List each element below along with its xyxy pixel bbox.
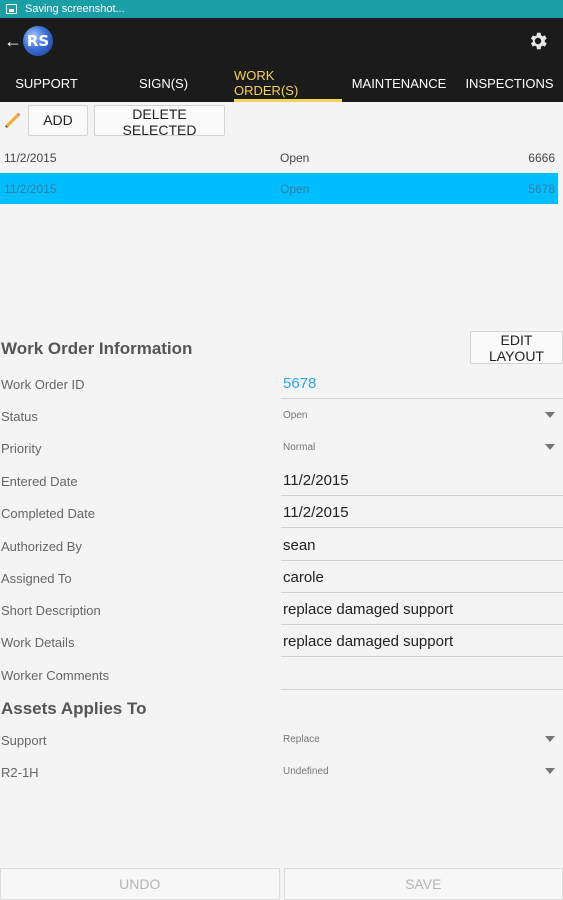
field-label: Priority — [1, 441, 42, 456]
status-dropdown[interactable]: Open — [281, 400, 563, 431]
tab-support[interactable]: SUPPORT — [0, 64, 93, 102]
field-value: Normal — [283, 442, 316, 453]
short-description-row: Short Description replace damaged suppor… — [0, 594, 563, 626]
field-value: sean — [283, 537, 316, 554]
work-order-number: 5678 — [528, 181, 555, 196]
field-label: Work Order ID — [1, 377, 85, 392]
field-value: replace damaged support — [283, 601, 454, 618]
worker-comments-field[interactable] — [281, 659, 563, 690]
field-label: Assigned To — [1, 571, 72, 586]
list-item-selected[interactable]: 11/2/2015 Open 5678 — [0, 173, 558, 204]
field-label: Authorized By — [1, 539, 82, 554]
assigned-to-row: Assigned To carole — [0, 562, 563, 594]
work-order-date: 11/2/2015 — [4, 181, 57, 196]
work-order-number: 6666 — [528, 150, 555, 165]
entered-date-row: Entered Date 11/2/2015 — [0, 465, 563, 497]
completed-date-field[interactable]: 11/2/2015 — [281, 497, 563, 528]
chevron-down-icon — [545, 444, 555, 450]
status-bar-text: Saving screenshot... — [25, 3, 125, 15]
list-toolbar: ADD DELETE SELECTED — [0, 104, 225, 138]
field-value: Undefined — [283, 766, 329, 777]
back-button[interactable]: ← RS — [4, 26, 53, 56]
add-button[interactable]: ADD — [28, 104, 88, 136]
field-value: carole — [283, 569, 324, 586]
work-details-field[interactable]: replace damaged support — [281, 626, 563, 657]
save-button[interactable]: SAVE — [283, 868, 563, 900]
work-order-date: 11/2/2015 — [4, 150, 57, 165]
authorized-by-row: Authorized By sean — [0, 530, 563, 562]
arrow-left-icon[interactable]: ← — [4, 31, 22, 52]
field-value: 11/2/2015 — [283, 472, 349, 489]
asset-row-r2-1h: R2-1H Undefined — [0, 756, 563, 788]
work-order-status: Open — [280, 150, 310, 165]
edit-layout-button[interactable]: EDIT LAYOUT — [470, 331, 563, 364]
delete-selected-button[interactable]: DELETE SELECTED — [94, 104, 225, 138]
priority-dropdown[interactable]: Normal — [281, 432, 563, 463]
field-label: Support — [1, 733, 47, 748]
work-order-id-row: Work Order ID 5678 — [0, 368, 563, 400]
chevron-down-icon — [545, 736, 555, 742]
work-order-list: 11/2/2015 Open 6666 11/2/2015 Open 5678 — [0, 142, 558, 204]
field-label: Work Details — [1, 635, 75, 650]
worker-comments-row: Worker Comments — [0, 659, 563, 691]
short-description-field[interactable]: replace damaged support — [281, 594, 563, 625]
field-value: replace damaged support — [283, 633, 454, 650]
field-value: Open — [283, 410, 308, 421]
field-label: Short Description — [1, 603, 101, 618]
app-bar: ← RS — [0, 18, 563, 64]
undo-button[interactable]: UNDO — [0, 868, 280, 900]
list-item[interactable]: 11/2/2015 Open 6666 — [0, 142, 558, 173]
work-order-info-title: Work Order Information — [1, 339, 193, 358]
field-label: Worker Comments — [1, 668, 110, 683]
authorized-by-field[interactable]: sean — [281, 530, 563, 561]
tab-maintenance[interactable]: MAINTENANCE — [342, 64, 456, 102]
tab-inspections[interactable]: INSPECTIONS — [456, 64, 563, 102]
completed-date-row: Completed Date 11/2/2015 — [0, 497, 563, 529]
work-order-status: Open — [280, 181, 310, 196]
gear-icon[interactable] — [527, 30, 549, 52]
entered-date-field[interactable]: 11/2/2015 — [281, 465, 563, 496]
field-label: Status — [1, 409, 38, 424]
field-value: 5678 — [283, 375, 317, 392]
tab-work-orders[interactable]: WORK ORDER(S) — [234, 64, 342, 102]
field-value: Replace — [283, 734, 320, 745]
priority-row: Priority Normal — [0, 432, 563, 464]
chevron-down-icon — [545, 768, 555, 774]
chevron-down-icon — [545, 412, 555, 418]
assets-title: Assets Applies To — [1, 699, 147, 718]
field-value: 11/2/2015 — [283, 504, 349, 521]
status-bar: Saving screenshot... — [0, 0, 563, 18]
field-label: Completed Date — [1, 506, 95, 521]
tab-bar: SUPPORT SIGN(S) WORK ORDER(S) MAINTENANC… — [0, 64, 563, 102]
work-order-id-field[interactable]: 5678 — [281, 368, 563, 399]
app-logo: RS — [23, 26, 53, 56]
status-row: Status Open — [0, 400, 563, 432]
work-details-row: Work Details replace damaged support — [0, 626, 563, 658]
asset-r2-1h-dropdown[interactable]: Undefined — [281, 756, 563, 787]
pencil-icon[interactable] — [2, 109, 24, 131]
bottom-action-bar: UNDO SAVE — [0, 868, 563, 900]
tab-signs[interactable]: SIGN(S) — [93, 64, 234, 102]
field-label: R2-1H — [1, 765, 39, 780]
asset-support-dropdown[interactable]: Replace — [281, 724, 563, 755]
assigned-to-field[interactable]: carole — [281, 562, 563, 593]
screenshot-icon — [6, 4, 17, 14]
asset-row-support: Support Replace — [0, 724, 563, 756]
field-label: Entered Date — [1, 474, 78, 489]
